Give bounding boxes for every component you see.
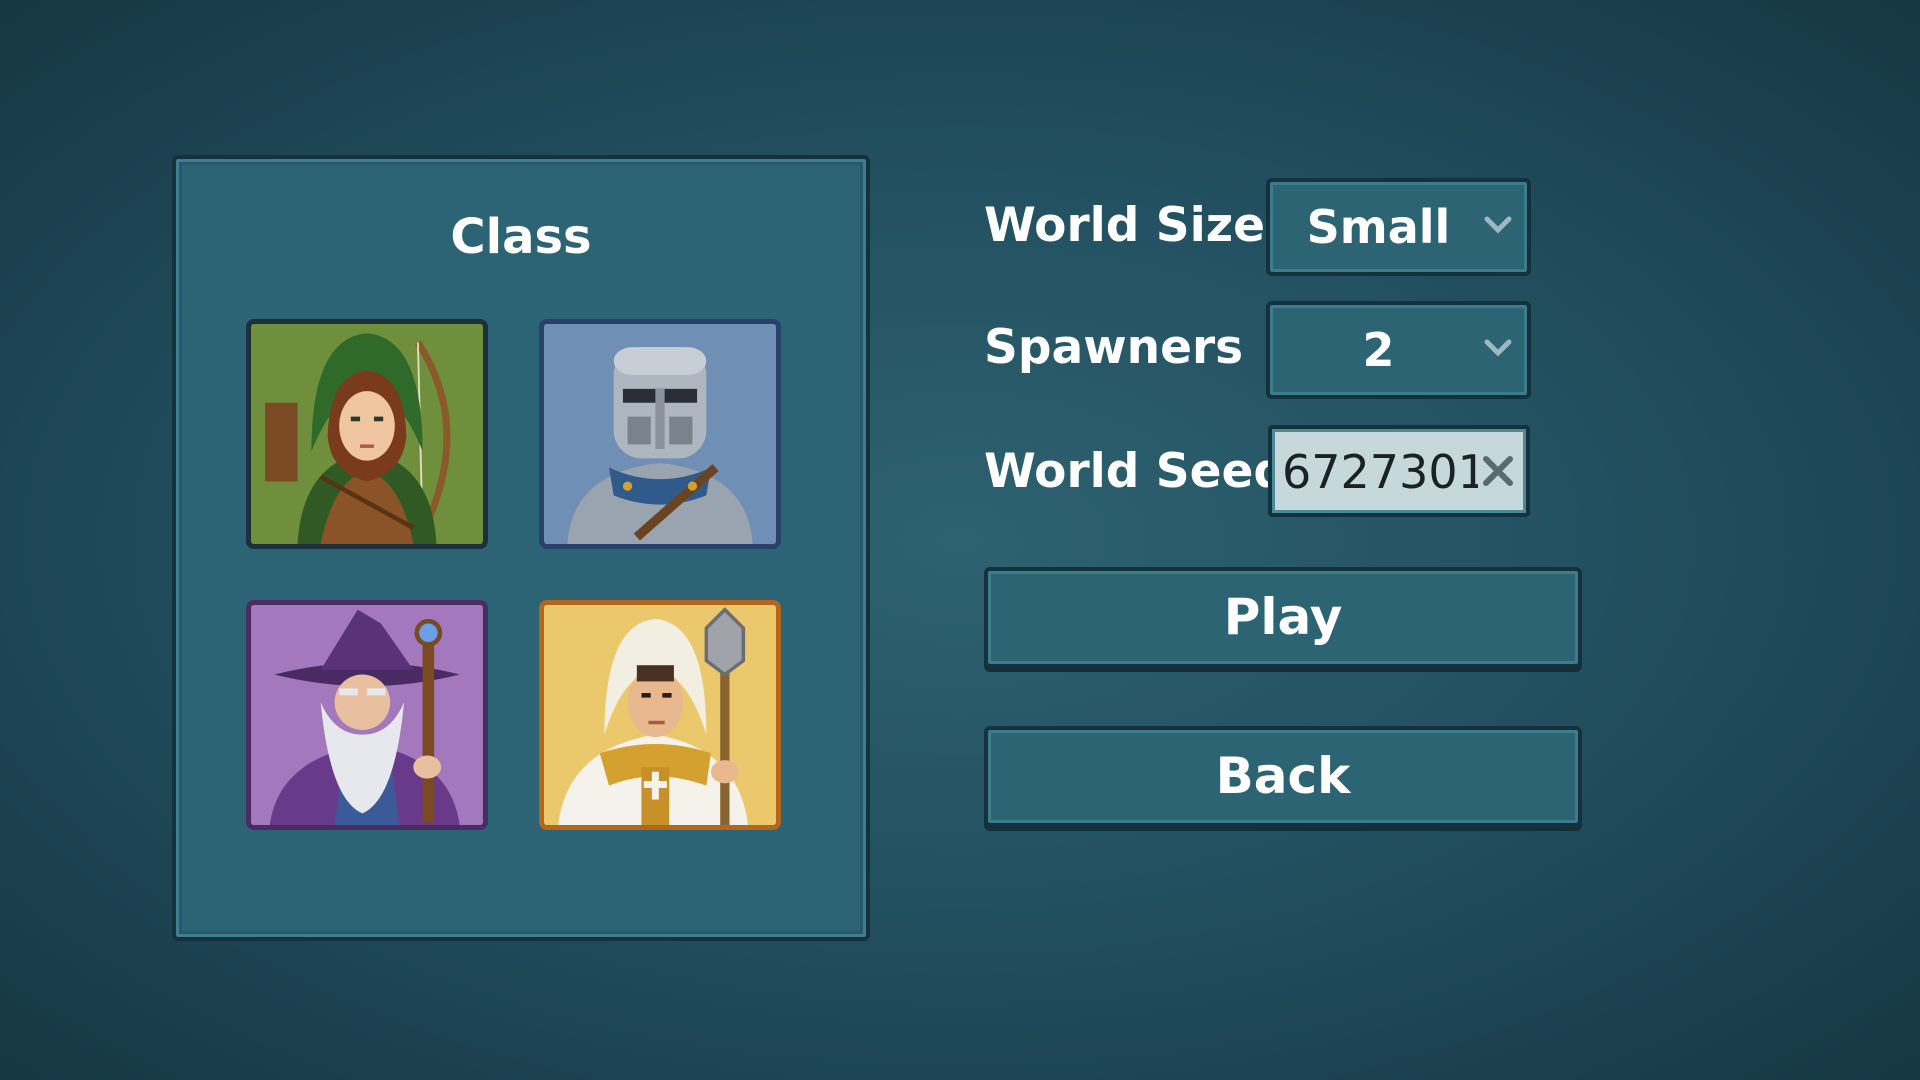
spawners-label: Spawners xyxy=(984,320,1244,375)
chevron-down-icon xyxy=(1484,339,1512,357)
class-option-cleric[interactable] xyxy=(539,600,781,830)
chevron-down-icon xyxy=(1484,216,1512,234)
world-seed-field xyxy=(1268,425,1530,517)
class-option-ranger[interactable] xyxy=(246,319,488,549)
knight-portrait-icon xyxy=(544,324,776,544)
world-seed-input[interactable] xyxy=(1282,439,1478,505)
class-title: Class xyxy=(450,209,592,265)
clear-icon[interactable] xyxy=(1478,451,1518,491)
class-option-knight[interactable] xyxy=(539,319,781,549)
spawners-dropdown[interactable]: 2 xyxy=(1266,301,1531,399)
spawners-value: 2 xyxy=(1362,323,1395,377)
world-size-value: Small xyxy=(1306,200,1451,254)
cleric-portrait-icon xyxy=(544,605,776,825)
wizard-portrait-icon xyxy=(251,605,483,825)
play-button[interactable]: Play xyxy=(984,567,1582,668)
world-size-label: World Size xyxy=(984,198,1265,253)
back-button[interactable]: Back xyxy=(984,726,1582,827)
ranger-portrait-icon xyxy=(251,324,483,544)
world-size-dropdown[interactable]: Small xyxy=(1266,178,1531,276)
class-option-wizard[interactable] xyxy=(246,600,488,830)
world-seed-label: World Seed xyxy=(984,444,1287,499)
class-panel: Class xyxy=(172,155,870,941)
